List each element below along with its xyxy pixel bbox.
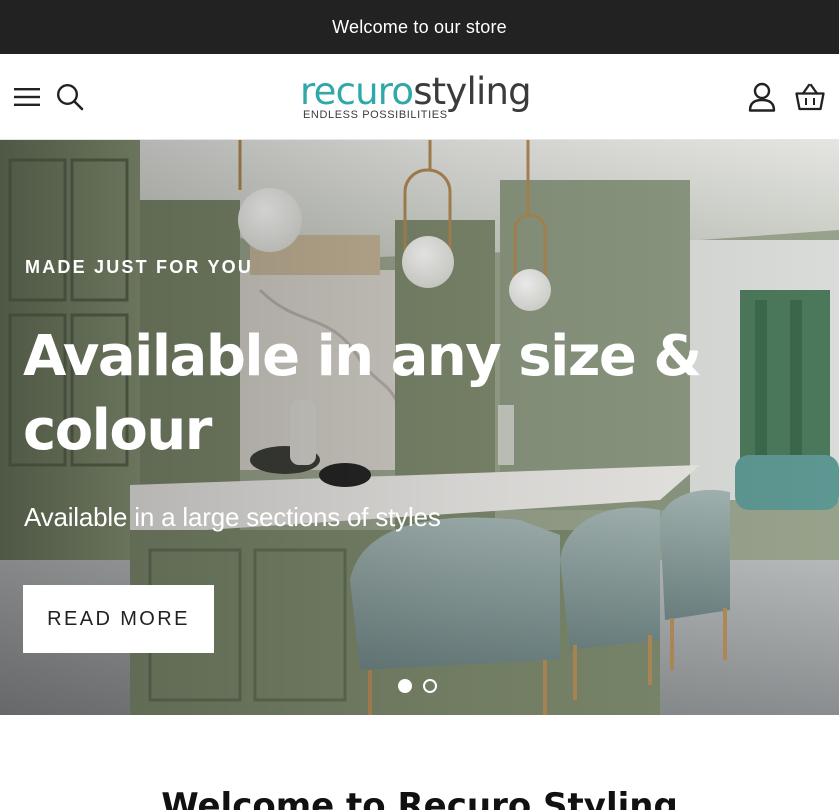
search-button[interactable] [52, 79, 88, 115]
slide-dot-1[interactable] [398, 679, 412, 693]
hero-subtitle: Available in a large sections of styles [24, 502, 441, 532]
welcome-heading: Welcome to Recuro Styling [161, 786, 678, 810]
cart-button[interactable] [792, 78, 828, 116]
hero-slideshow: MADE JUST FOR YOU Available in any size … [0, 140, 839, 715]
logo-wordmark: recurostyling [300, 70, 532, 113]
account-icon [748, 82, 776, 112]
site-logo[interactable]: recurostyling ENDLESS POSSIBILITIES [300, 72, 540, 128]
slideshow-pagination [398, 679, 437, 693]
menu-icon [14, 88, 40, 106]
search-icon [56, 83, 84, 111]
hero-title-line-2: colour [23, 398, 212, 463]
hero-title: Available in any size & colour [23, 320, 723, 468]
logo-tagline: ENDLESS POSSIBILITIES [303, 109, 448, 121]
hero-title-line-1: Available in any size & [23, 324, 702, 389]
menu-button[interactable] [10, 80, 44, 114]
slide-dot-2[interactable] [423, 679, 437, 693]
hero-eyebrow: MADE JUST FOR YOU [25, 257, 254, 277]
read-more-button[interactable]: READ MORE [23, 585, 214, 653]
announcement-text: Welcome to our store [332, 16, 507, 37]
site-header: recurostyling ENDLESS POSSIBILITIES [0, 54, 839, 140]
basket-icon [795, 83, 825, 111]
account-button[interactable] [744, 78, 780, 116]
announcement-bar: Welcome to our store [0, 0, 839, 54]
